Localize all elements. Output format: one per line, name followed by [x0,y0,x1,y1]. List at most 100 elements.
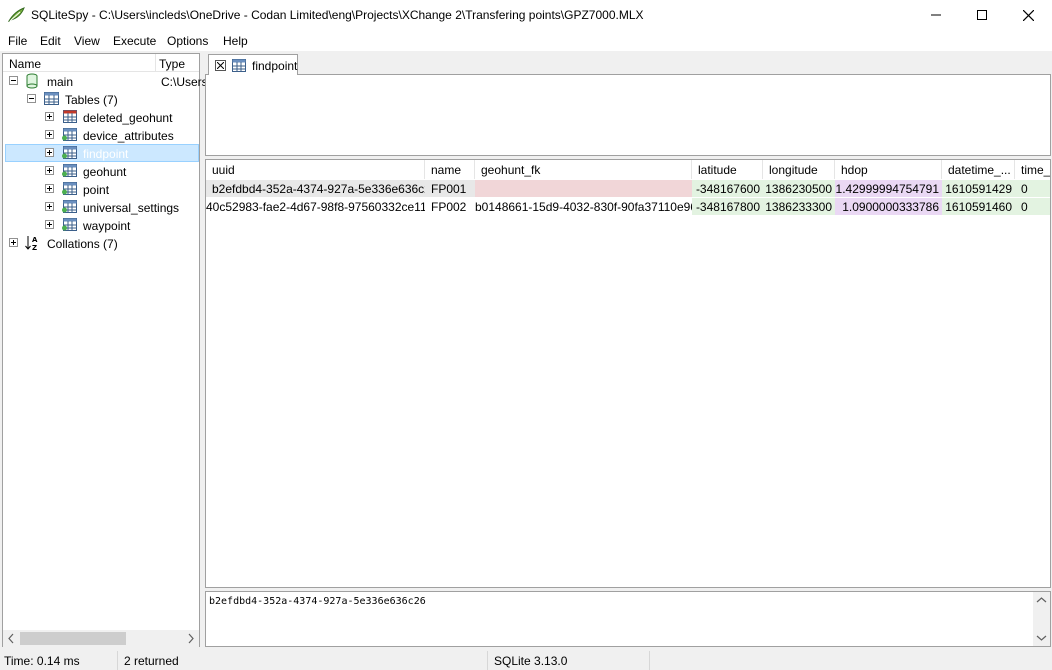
cell-hdop[interactable]: 1.42999994754791 [835,180,942,197]
query-panel: findpoint uuid name geohunt_fk latitude … [205,53,1051,647]
cell-detail-text: b2efdbd4-352a-4374-927a-5e336e636c26 [209,596,426,607]
table-row[interactable]: 40c52983-fae2-4d67-98f8-97560332ce11 FP0… [206,198,1050,216]
title-bar: SQLiteSpy - C:\Users\incleds\OneDrive - … [0,0,1052,31]
expand-icon[interactable] [45,220,54,229]
window-title: SQLiteSpy - C:\Users\incleds\OneDrive - … [31,8,644,22]
expand-icon[interactable] [45,112,54,121]
expand-icon[interactable] [45,166,54,175]
tree-item-device-attributes[interactable]: device_attributes [3,126,199,144]
cell-geohunt-fk-null[interactable] [475,180,692,197]
tree-item-universal-settings[interactable]: universal_settings [3,198,199,216]
expand-icon[interactable] [45,148,54,157]
cell-uuid[interactable]: b2efdbd4-352a-4374-927a-5e336e636c26 [206,180,425,197]
grid-header: uuid name geohunt_fk latitude longitude … [206,160,1050,179]
table-label: waypoint [83,219,131,233]
collapse-icon[interactable] [27,94,36,103]
status-sqlite-version: SQLite 3.13.0 [490,651,650,670]
expand-icon[interactable] [9,238,18,247]
collapse-icon[interactable] [9,76,18,85]
status-bar: Time: 0.14 ms 2 returned SQLite 3.13.0 [0,650,1052,670]
results-grid[interactable]: uuid name geohunt_fk latitude longitude … [205,159,1051,588]
menu-options[interactable]: Options [167,34,208,48]
database-type: C:\Users\ [161,75,212,89]
menu-file[interactable]: File [8,34,27,48]
sql-editor[interactable] [205,75,1051,155]
table-label: device_attributes [83,129,174,143]
column-header-name[interactable]: name [425,160,475,179]
tables-icon [44,92,59,108]
menu-view[interactable]: View [74,34,100,48]
menu-help[interactable]: Help [223,34,248,48]
tree-item-waypoint[interactable]: waypoint [3,216,199,234]
table-key-icon [61,146,77,163]
cell-datetime[interactable]: 1610591429 [942,180,1015,197]
expand-icon[interactable] [45,184,54,193]
cell-longitude[interactable]: 1386230500 [763,180,835,197]
table-row[interactable]: b2efdbd4-352a-4374-927a-5e336e636c26 FP0… [206,180,1050,198]
collations-label: Collations (7) [47,237,118,251]
table-key-icon [61,128,77,145]
cell-datetime[interactable]: 1610591460 [942,198,1015,215]
tree-header: Name Type [3,54,199,72]
scroll-up-icon [1036,597,1047,603]
table-label-selected: findpoint [83,147,129,161]
tab-label: findpoint [252,59,298,73]
tab-findpoint[interactable]: findpoint [208,54,298,76]
column-header-uuid[interactable]: uuid [206,160,425,179]
tree-item-collations[interactable]: AZ Collations (7) [3,234,199,252]
column-header-geohunt-fk[interactable]: geohunt_fk [475,160,692,179]
cell-longitude[interactable]: 1386233300 [763,198,835,215]
maximize-icon [977,10,987,20]
tree-item-geohunt[interactable]: geohunt [3,162,199,180]
table-key-icon [61,218,77,235]
expand-icon[interactable] [45,202,54,211]
table-red-icon [61,110,77,127]
tree-item-main[interactable]: main C:\Users\ [3,72,211,90]
column-header-longitude[interactable]: longitude [763,160,835,179]
table-key-icon [61,182,77,199]
database-label: main [47,75,74,89]
menu-bar: File Edit View Execute Options Help [0,31,1052,51]
scroll-down-icon [1036,635,1047,641]
menu-edit[interactable]: Edit [40,34,61,48]
svg-text:A: A [32,236,38,244]
menu-execute[interactable]: Execute [113,34,156,48]
scrollbar-thumb[interactable] [20,632,126,645]
detail-vertical-scrollbar[interactable] [1033,592,1050,646]
minimize-button[interactable] [913,0,959,30]
tree-item-findpoint[interactable]: findpoint [3,144,199,162]
table-key-icon [61,200,77,217]
column-divider[interactable] [155,54,156,72]
table-label: universal_settings [83,201,180,215]
cell-time[interactable]: 0 [1015,180,1050,197]
scroll-right-icon [188,633,194,644]
cell-geohunt-fk[interactable]: b0148661-15d9-4032-830f-90fa37110e96 [475,198,692,215]
cell-latitude[interactable]: -348167800 [692,198,763,215]
column-header-datetime[interactable]: datetime_... [942,160,1015,179]
table-icon [232,59,246,75]
close-tab-icon[interactable] [215,60,226,71]
column-header-hdop[interactable]: hdop [835,160,942,179]
tree-item-tables[interactable]: Tables (7) [3,90,199,108]
close-icon [1022,9,1034,21]
expand-icon[interactable] [45,130,54,139]
maximize-button[interactable] [959,0,1005,30]
cell-name[interactable]: FP002 [425,198,475,215]
table-key-icon [61,164,77,181]
schema-tree[interactable]: Name Type main C:\Users\ Tables (7) dele… [2,53,211,647]
tree-header-type[interactable]: Type [159,57,185,71]
cell-latitude[interactable]: -348167600 [692,180,763,197]
cell-name[interactable]: FP001 [425,180,475,197]
tree-item-deleted-geohunt[interactable]: deleted_geohunt [3,108,199,126]
column-header-latitude[interactable]: latitude [692,160,763,179]
cell-detail-view[interactable]: b2efdbd4-352a-4374-927a-5e336e636c26 [205,591,1051,647]
column-header-time[interactable]: time_... [1015,160,1050,179]
close-button[interactable] [1005,0,1051,30]
tree-horizontal-scrollbar[interactable] [3,630,199,647]
cell-hdop[interactable]: 1.0900000333786 [835,198,942,215]
tree-item-point[interactable]: point [3,180,199,198]
table-label: point [83,183,110,197]
cell-uuid[interactable]: 40c52983-fae2-4d67-98f8-97560332ce11 [206,198,425,215]
cell-time[interactable]: 0 [1015,198,1050,215]
tree-header-name[interactable]: Name [9,57,41,71]
